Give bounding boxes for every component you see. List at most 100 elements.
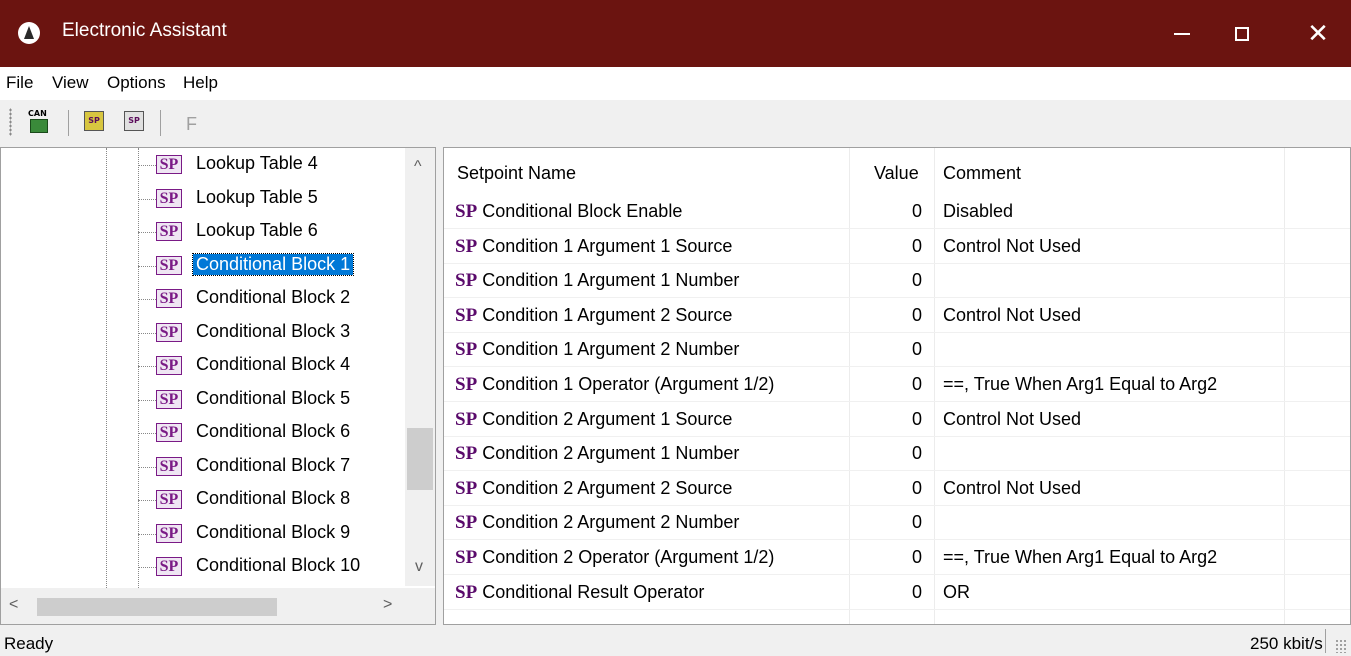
tree-connector (138, 332, 156, 334)
baud-rate-text: 250 kbit/s (1250, 634, 1323, 653)
toolbar: CAN SP SP F (0, 100, 1351, 146)
setpoint-icon: SP (156, 322, 182, 342)
setpoint-value[interactable]: 0 (850, 437, 922, 471)
tree-connector (106, 148, 107, 588)
scroll-up-icon[interactable]: ^ (414, 158, 422, 176)
tree-item[interactable]: SP Conditional Block 1 (138, 251, 408, 281)
setpoint-name: Condition 1 Argument 1 Source (482, 235, 733, 256)
table-row[interactable]: SP Condition 2 Argument 1 Number 0 (444, 437, 1350, 472)
column-header-setpoint-name[interactable]: Setpoint Name (444, 148, 850, 196)
setpoint-value[interactable]: 0 (850, 541, 922, 575)
status-text: Ready (4, 634, 54, 653)
tree-item[interactable]: SP Lookup Table 6 (138, 217, 408, 247)
table-row[interactable]: SP Condition 1 Argument 1 Number 0 (444, 264, 1350, 299)
flash-button[interactable]: F (186, 114, 197, 135)
save-setpoint-file-button[interactable]: SP (120, 109, 146, 135)
tree-connector (138, 533, 156, 535)
column-header-label: Setpoint Name (457, 163, 577, 183)
table-row[interactable]: SP Condition 2 Argument 1 Source 0 Control… (444, 403, 1350, 437)
menu-help[interactable]: Help (183, 73, 218, 93)
tree-item[interactable]: SP Lookup Table 5 (138, 184, 408, 214)
tree-item[interactable]: SP Conditional Block 10 (138, 552, 408, 582)
scroll-right-icon[interactable]: > (383, 596, 392, 614)
setpoint-value[interactable]: 0 (850, 333, 922, 367)
toolbar-grip[interactable] (9, 108, 12, 136)
scroll-down-icon[interactable]: v (415, 558, 423, 576)
table-row[interactable]: SP Condition 1 Argument 1 Source 0 Control… (444, 230, 1350, 264)
setpoint-icon: SP (455, 374, 478, 395)
tree-item-label: Conditional Block 6 (196, 421, 351, 441)
can-connect-button[interactable]: CAN (26, 109, 52, 135)
tree-item[interactable]: SP Conditional Block 4 (138, 351, 408, 381)
setpoint-name: Condition 2 Argument 1 Source (482, 408, 733, 429)
status-separator (1325, 629, 1326, 653)
menu-file[interactable]: File (6, 73, 33, 93)
tree-item[interactable]: SP Conditional Block 2 (138, 284, 408, 314)
resize-grip-icon[interactable] (1335, 639, 1347, 653)
setpoint-name: Condition 2 Operator (Argument 1/2) (482, 547, 775, 567)
setpoint-icon: SP (156, 490, 182, 509)
setpoint-value[interactable]: 0 (850, 195, 922, 229)
tree-connector (138, 466, 156, 468)
menu-options[interactable]: Options (107, 73, 166, 93)
table-row[interactable]: SP Condition 1 Operator (Argument 1/2) 0 =… (444, 368, 1350, 402)
setpoint-name-cell: SP Condition 2 Argument 1 Source (455, 403, 732, 437)
tree-item[interactable]: SP Conditional Block 9 (138, 519, 408, 549)
setpoint-value[interactable]: 0 (850, 230, 922, 264)
tree-item-label: Conditional Block 7 (196, 454, 351, 475)
setpoint-value[interactable]: 0 (850, 472, 922, 506)
tree-item-label: Conditional Block 4 (196, 354, 351, 374)
setpoint-icon: SP (156, 155, 182, 174)
tree-item-label: Conditional Block 10 (196, 555, 361, 575)
app-icon[interactable] (18, 22, 40, 44)
tree-item[interactable]: SP Conditional Block 6 (138, 418, 408, 448)
setpoint-value[interactable]: 0 (850, 403, 922, 437)
setpoint-name: Condition 1 Argument 1 Number (482, 270, 740, 291)
can-icon: CAN (28, 109, 47, 118)
setpoint-icon: SP (156, 557, 182, 576)
table-row[interactable]: SP Conditional Block Enable 0 Disabled (444, 195, 1350, 229)
table-row[interactable]: SP Conditional Result Operator 0 OR (444, 576, 1350, 610)
tree-item[interactable]: SP Conditional Block 3 (138, 318, 408, 348)
table-row[interactable]: SP Condition 1 Argument 2 Source 0 Control… (444, 299, 1350, 333)
setpoint-name-cell: SP Conditional Result Operator (455, 576, 704, 610)
open-setpoint-file-button[interactable]: SP (80, 109, 106, 135)
tree-item[interactable]: SP Conditional Block 5 (138, 385, 408, 415)
tree-connector (138, 399, 156, 401)
setpoint-name: Condition 2 Argument 2 Source (482, 477, 733, 498)
maximize-button[interactable] (1212, 0, 1272, 67)
setpoint-icon: SP (156, 456, 182, 476)
tree-item[interactable]: SP Conditional Block 7 (138, 452, 408, 482)
setpoint-value[interactable]: 0 (850, 264, 922, 298)
tree-item[interactable]: SP Lookup Table 4 (138, 150, 408, 180)
tree-item[interactable]: SP Conditional Block 8 (138, 485, 408, 515)
table-row[interactable]: SP Condition 2 Operator (Argument 1/2) 0 =… (444, 541, 1350, 575)
table-row[interactable]: SP Condition 2 Argument 2 Source 0 Control… (444, 472, 1350, 506)
tree-item-label: Lookup Table 6 (196, 220, 318, 240)
close-button[interactable]: ✕ (1288, 0, 1348, 67)
tree-horizontal-scroll-thumb[interactable] (37, 598, 277, 616)
setpoint-name: Conditional Block Enable (482, 201, 683, 221)
minimize-button[interactable] (1152, 0, 1212, 67)
window-title: Electronic Assistant (62, 20, 227, 41)
setpoint-value[interactable]: 0 (850, 506, 922, 540)
column-header-value[interactable]: Value (850, 148, 935, 196)
scroll-left-icon[interactable]: < (9, 596, 18, 614)
tree-horizontal-scrollbar[interactable]: < > (1, 588, 405, 624)
setpoint-name-cell: SP Condition 1 Operator (Argument 1/2) (455, 368, 774, 402)
setpoint-value[interactable]: 0 (850, 368, 922, 402)
tree-vertical-scrollbar[interactable]: ^ v (405, 148, 435, 586)
menu-view[interactable]: View (52, 73, 89, 93)
column-header-comment[interactable]: Comment (935, 148, 1285, 196)
tree-vertical-scroll-thumb[interactable] (407, 428, 433, 490)
minimize-icon (1174, 32, 1190, 35)
tree-connector (138, 433, 156, 434)
setpoint-icon: SP (455, 201, 478, 222)
setpoint-value[interactable]: 0 (850, 576, 922, 610)
table-row[interactable]: SP Condition 2 Argument 2 Number 0 (444, 506, 1350, 541)
setpoint-table: Setpoint Name Value Comment SP Condition… (443, 147, 1351, 625)
status-bar: Ready 250 kbit/s (0, 625, 1351, 656)
setpoint-comment: Control Not Used (943, 408, 1082, 429)
table-row[interactable]: SP Condition 1 Argument 2 Number 0 (444, 333, 1350, 368)
setpoint-value[interactable]: 0 (850, 299, 922, 333)
